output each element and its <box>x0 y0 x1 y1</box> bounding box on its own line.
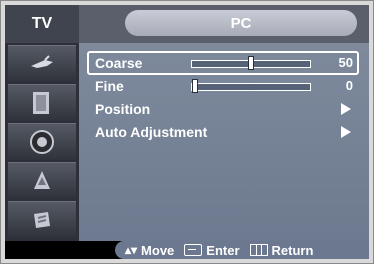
return-label: Return <box>271 242 314 258</box>
chevron-right-icon <box>341 126 351 138</box>
auto-adjustment-label: Auto Adjustment <box>95 124 208 140</box>
footer-hint-bar: ▴▾ Move Enter Return <box>115 241 369 259</box>
coarse-slider-thumb[interactable] <box>248 56 254 70</box>
menu-item-position[interactable]: Position <box>95 98 361 120</box>
fine-slider-thumb[interactable] <box>192 79 198 93</box>
menu-title: PC <box>125 10 357 36</box>
enter-label: Enter <box>206 242 240 258</box>
menu-item-coarse[interactable]: Coarse 50 <box>95 52 361 74</box>
antenna-icon <box>31 55 53 68</box>
up-down-arrow-icon: ▴▾ <box>125 243 138 257</box>
header-bar: TV PC <box>5 5 369 43</box>
coarse-slider[interactable] <box>191 56 311 70</box>
fine-slider[interactable] <box>191 79 311 93</box>
sidebar-item-setup[interactable] <box>8 201 76 238</box>
return-hint: Return <box>249 242 314 258</box>
coarse-value: 50 <box>338 55 353 70</box>
menu-item-auto-adjustment[interactable]: Auto Adjustment <box>95 121 361 143</box>
speaker-icon <box>30 130 54 154</box>
osd-frame: TV PC Coarse 50 Fine 0 Position Auto Adj… <box>0 0 374 264</box>
enter-hint: Enter <box>184 242 240 258</box>
sidebar-item-channel[interactable] <box>8 162 76 199</box>
fine-value: 0 <box>345 78 353 93</box>
move-hint: ▴▾ Move <box>125 241 174 259</box>
sidebar-item-picture[interactable] <box>8 84 76 121</box>
pc-menu-panel: Coarse 50 Fine 0 Position Auto Adjustmen… <box>79 43 369 241</box>
move-label: Move <box>141 242 175 258</box>
osd-screen: TV PC Coarse 50 Fine 0 Position Auto Adj… <box>5 5 369 259</box>
setup-icon <box>34 212 50 228</box>
tv-tab[interactable]: TV <box>5 5 79 43</box>
chevron-right-icon <box>341 103 351 115</box>
sidebar-item-input[interactable] <box>8 45 76 82</box>
enter-icon <box>184 244 203 256</box>
picture-icon <box>33 92 49 114</box>
fine-label: Fine <box>95 78 124 94</box>
sidebar-item-sound[interactable] <box>8 123 76 160</box>
channel-icon <box>34 171 50 189</box>
coarse-label: Coarse <box>95 55 143 71</box>
position-label: Position <box>95 101 151 117</box>
sidebar <box>5 43 79 241</box>
footer: ▴▾ Move Enter Return <box>5 241 369 259</box>
return-icon <box>249 244 268 256</box>
menu-item-fine[interactable]: Fine 0 <box>95 75 361 97</box>
